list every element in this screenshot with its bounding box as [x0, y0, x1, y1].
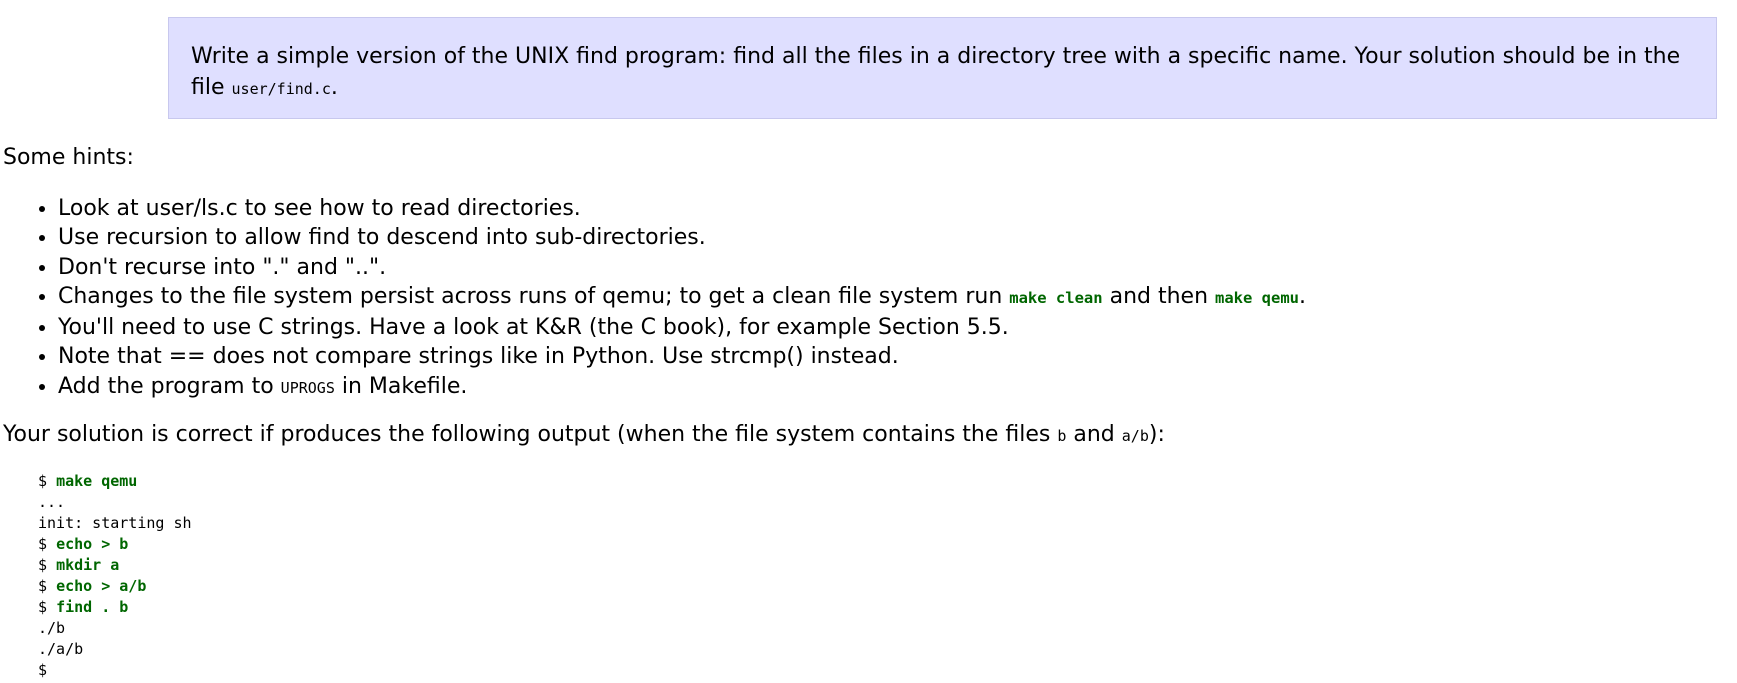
terminal-prompt: $: [38, 535, 57, 553]
terminal-line: init: starting sh: [38, 514, 192, 532]
terminal-output: $ make qemu ... init: starting sh $ echo…: [38, 471, 192, 681]
result-description: Your solution is correct if produces the…: [3, 421, 1165, 450]
hint-text: You'll need to use C strings. Have a loo…: [58, 315, 1009, 341]
terminal-line: $: [38, 661, 47, 679]
terminal-line: $ mkdir a: [38, 556, 119, 574]
terminal-command: echo > a/b: [56, 577, 147, 595]
terminal-line: ...: [38, 493, 66, 511]
hint-text: Use recursion to allow find to descend i…: [58, 225, 706, 251]
hint-text: Look at user/ls.c to see how to read dir…: [58, 196, 581, 221]
assignment-text: Write a simple version of the UNIX find …: [191, 44, 1681, 100]
hints-list: Look at user/ls.c to see how to read dir…: [0, 194, 1306, 403]
hint-text: and then: [1102, 283, 1216, 309]
hint-text: Changes to the file system persist acros…: [58, 283, 1010, 309]
terminal-line: $ find . b: [38, 598, 128, 616]
result-text: Your solution is correct if produces the…: [3, 422, 1058, 447]
hint-text: Don't recurse into "." and "..".: [58, 254, 387, 280]
terminal-line: ./b: [38, 619, 66, 637]
hint-text: Add the program to: [58, 373, 281, 399]
hint-text: Note that == does not compare strings li…: [58, 344, 899, 370]
assignment-trail: .: [330, 75, 338, 100]
code-file-a-b: a/b: [1121, 427, 1149, 445]
hint-item: You'll need to use C strings. Have a loo…: [58, 313, 1306, 342]
terminal-line: ./a/b: [38, 640, 84, 658]
assignment-box: Write a simple version of the UNIX find …: [168, 17, 1717, 119]
code-make-clean: make clean: [1009, 288, 1103, 307]
terminal-line: $ make qemu: [38, 472, 137, 490]
terminal-line: $ echo > b: [38, 535, 128, 553]
terminal-prompt: $: [38, 577, 57, 595]
code-uprogs: UPROGS: [280, 378, 335, 397]
terminal-command: echo > b: [56, 535, 129, 553]
hint-item: Look at user/ls.c to see how to read dir…: [58, 194, 1306, 223]
hint-text: .: [1299, 283, 1307, 309]
terminal-command: find . b: [56, 598, 129, 616]
terminal-prompt: $: [38, 661, 48, 679]
assignment-file-path: user/find.c: [231, 80, 331, 98]
terminal-line: $ echo > a/b: [38, 577, 146, 595]
terminal-prompt: $: [38, 472, 57, 490]
result-text: and: [1066, 422, 1122, 447]
hint-item: Use recursion to allow find to descend i…: [58, 223, 1306, 252]
hint-text: in Makefile.: [334, 373, 468, 399]
hints-heading: Some hints:: [3, 145, 134, 170]
hint-item: Note that == does not compare strings li…: [58, 342, 1306, 371]
terminal-prompt: $: [38, 556, 57, 574]
result-text: ):: [1148, 422, 1165, 447]
hint-item: Changes to the file system persist acros…: [58, 282, 1306, 313]
hint-item: Don't recurse into "." and "..".: [58, 253, 1306, 282]
terminal-command: mkdir a: [56, 556, 120, 574]
terminal-prompt: $: [38, 598, 57, 616]
code-make-qemu: make qemu: [1215, 288, 1300, 307]
hint-item: Add the program to UPROGS in Makefile.: [58, 372, 1306, 403]
terminal-command: make qemu: [56, 472, 138, 490]
